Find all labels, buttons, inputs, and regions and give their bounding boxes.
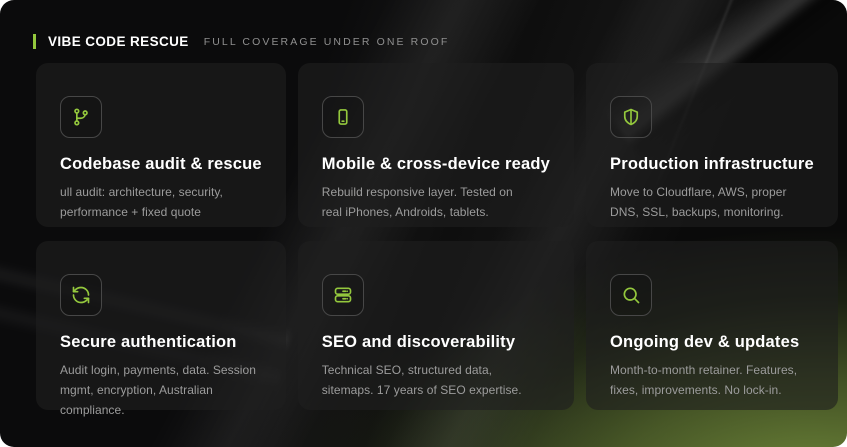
card-title: SEO and discoverability	[321, 333, 516, 351]
card-title: Production infrastructure	[610, 155, 814, 173]
card-description: Technical SEO, structured data, sitemaps…	[321, 363, 522, 397]
card-seo-discoverability: SEO and discoverability Technical SEO, s…	[297, 241, 574, 410]
feature-card-grid: Codebase audit & rescue ull audit: archi…	[36, 63, 838, 417]
card-title: Ongoing dev & updates	[610, 333, 800, 351]
smartphone-icon	[321, 96, 364, 138]
refresh-icon	[60, 274, 102, 316]
section-header: VIBE CODE RESCUE FULL COVERAGE UNDER ONE…	[33, 34, 449, 49]
card-title: Secure authentication	[60, 333, 237, 351]
git-branch-icon	[60, 96, 102, 138]
card-title: Codebase audit & rescue	[60, 155, 262, 173]
brand-title: VIBE CODE RESCUE	[48, 34, 189, 49]
panel-background: VIBE CODE RESCUE FULL COVERAGE UNDER ONE…	[0, 0, 847, 447]
accent-bar	[33, 34, 36, 49]
server-icon	[321, 274, 364, 316]
card-description: Month-to-month retainer. Features, fixes…	[610, 363, 798, 397]
feature-section: VIBE CODE RESCUE FULL COVERAGE UNDER ONE…	[0, 0, 847, 447]
card-ongoing-dev: Ongoing dev & updates Month-to-month ret…	[586, 241, 838, 410]
card-description: Audit login, payments, data. Session mgm…	[60, 363, 256, 417]
card-title: Mobile & cross-device ready	[321, 155, 550, 173]
section-tagline: FULL COVERAGE UNDER ONE ROOF	[203, 35, 450, 48]
card-secure-authentication: Secure authentication Audit login, payme…	[36, 241, 286, 417]
card-description: ull audit: architecture, security, perfo…	[60, 185, 223, 219]
card-production-infrastructure: Production infrastructure Move to Cloudf…	[586, 63, 838, 227]
search-icon	[610, 274, 652, 316]
card-codebase-audit: Codebase audit & rescue ull audit: archi…	[36, 63, 286, 227]
shield-icon	[610, 96, 652, 138]
card-mobile-ready: Mobile & cross-device ready Rebuild resp…	[297, 63, 574, 227]
card-description: Rebuild responsive layer. Tested on real…	[321, 185, 513, 219]
card-description: Move to Cloudflare, AWS, proper DNS, SSL…	[610, 185, 787, 219]
